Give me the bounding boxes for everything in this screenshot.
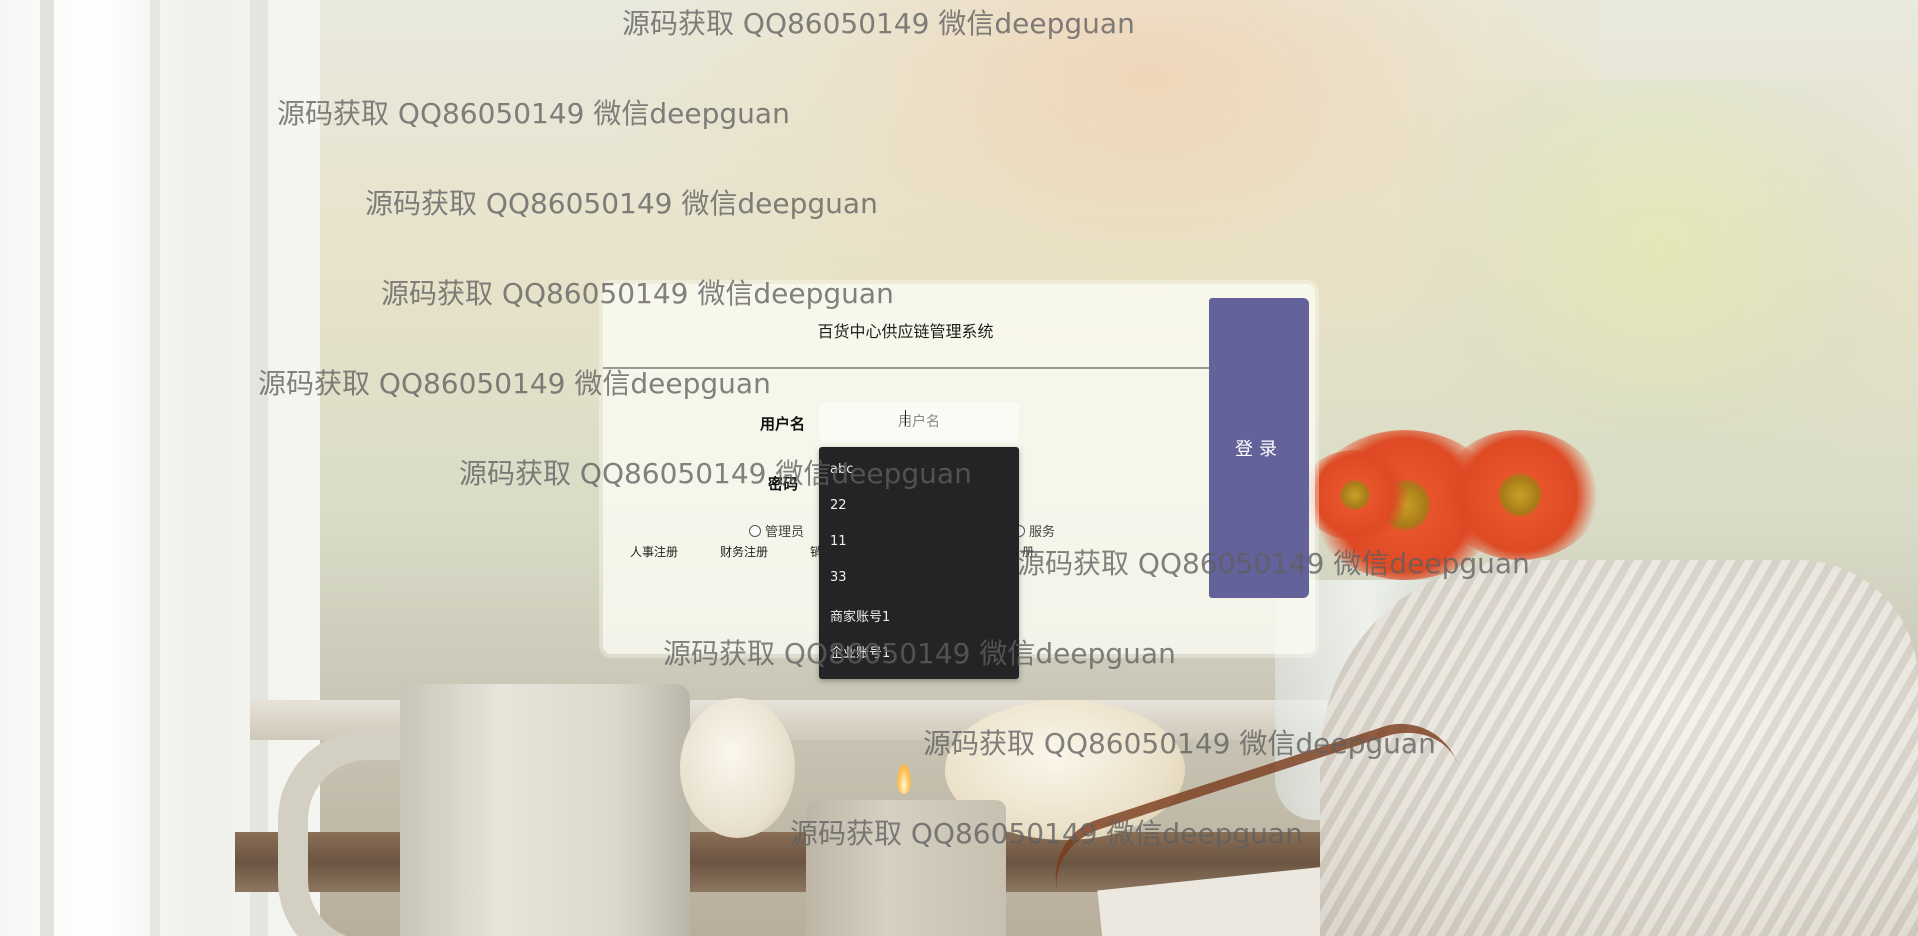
background-mug — [400, 684, 690, 936]
text-cursor — [905, 410, 906, 426]
background-pumpkin — [945, 700, 1185, 840]
background-window-sill — [250, 700, 1918, 740]
background-flower — [1440, 430, 1600, 560]
watermark-text: 源码获取 QQ86050149 微信deepguan — [277, 97, 790, 130]
background-flower — [1310, 430, 1500, 580]
background-wooden-shelf — [235, 832, 1435, 892]
register-link-other[interactable]: 册 — [1022, 543, 1034, 560]
role-radio-admin[interactable]: 管理员 — [749, 521, 804, 540]
autocomplete-item[interactable]: 企业账号1 — [830, 642, 890, 661]
autocomplete-item[interactable]: 22 — [830, 498, 847, 513]
password-label: 密码 — [768, 475, 799, 493]
autocomplete-item[interactable]: 11 — [830, 534, 847, 549]
watermark-text: 源码获取 QQ86050149 微信deepguan — [365, 187, 878, 220]
watermark-text: 源码获取 QQ86050149 微信deepguan — [923, 727, 1436, 760]
background-candle-flame — [897, 764, 911, 794]
autocomplete-item[interactable]: abc — [830, 462, 853, 477]
watermark-text: 源码获取 QQ86050149 微信deepguan — [790, 817, 1303, 850]
background-candle — [806, 800, 1006, 936]
watermark-text: 源码获取 QQ86050149 微信deepguan — [622, 7, 1135, 40]
role-label: 服务 — [1029, 525, 1056, 540]
background-mug-handle — [278, 730, 448, 936]
background-curtain-fold — [250, 0, 268, 936]
background-flower — [1300, 450, 1410, 540]
register-link-hr[interactable]: 人事注册 — [630, 543, 678, 560]
register-link-finance[interactable]: 财务注册 — [720, 543, 768, 560]
background-glasses — [1040, 708, 1480, 936]
login-page: 百货中心供应链管理系统 用户名 密码 管理员 服务 人事注册 财务注册 销 册 … — [0, 0, 1918, 936]
system-title: 百货中心供应链管理系统 — [817, 322, 994, 341]
autocomplete-item[interactable]: 商家账号1 — [830, 606, 890, 625]
role-radio-service[interactable]: 服务 — [1013, 521, 1055, 540]
radio-circle-icon[interactable] — [749, 524, 761, 537]
username-input[interactable] — [819, 402, 1019, 442]
role-label: 管理员 — [765, 525, 805, 540]
username-autocomplete-dropdown: abc 22 11 33 商家账号1 企业账号1 — [819, 447, 1019, 679]
background-book — [1097, 829, 1683, 936]
background-curtain-fold — [40, 0, 54, 936]
login-button[interactable]: 登录 — [1209, 298, 1309, 598]
background-curtain-fold — [150, 0, 160, 936]
title-divider — [603, 367, 1209, 369]
background-curtain — [0, 0, 320, 936]
background-window-glow — [1400, 80, 1918, 500]
autocomplete-item[interactable]: 33 — [830, 570, 847, 585]
username-label: 用户名 — [760, 415, 806, 433]
background-pumpkin — [680, 698, 795, 838]
background-knit-blanket — [1320, 560, 1918, 936]
